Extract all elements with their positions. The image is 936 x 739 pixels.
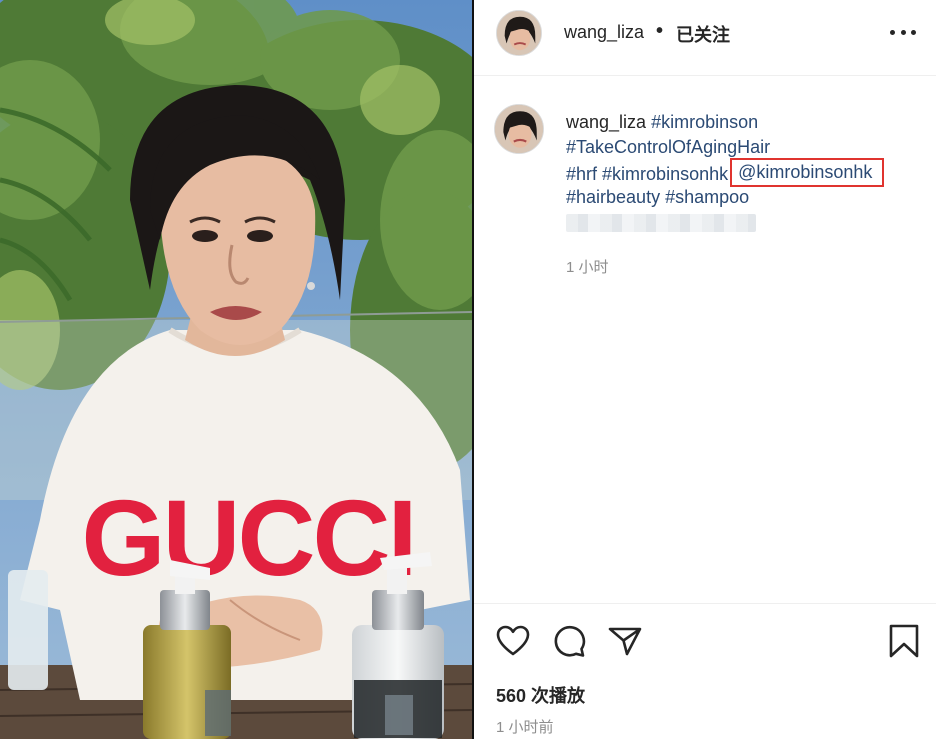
post-caption: wang_liza #kimrobinson #TakeControlOfAgi… <box>566 110 926 232</box>
post-side-panel: wang_liza • 已关注 wang_liza #kimrobinson #… <box>474 0 936 739</box>
caption-line-4: #hairbeauty #shampoo <box>566 185 926 210</box>
hashtag-shampoo[interactable]: #shampoo <box>665 187 749 207</box>
header-avatar[interactable] <box>496 10 542 56</box>
share-icon[interactable] <box>608 625 642 657</box>
shirt-print-text: GUCCI <box>82 477 415 598</box>
hashtag-kimrobinsonhk[interactable]: #kimrobinsonhk <box>602 164 728 184</box>
post-timestamp[interactable]: 1 小时前 <box>496 716 554 737</box>
more-dot <box>911 29 916 35</box>
blurred-caption-text <box>566 214 756 232</box>
caption-line-3: #hrf #kimrobinsonhk @kimrobinsonhk <box>566 158 926 187</box>
hashtag-hairbeauty[interactable]: #hairbeauty <box>566 187 660 207</box>
header-username[interactable]: wang_liza <box>564 22 644 43</box>
caption-line-2: #TakeControlOfAgingHair <box>566 135 926 160</box>
post-actions-section: 560 次播放 1 小时前 <box>474 603 936 739</box>
follow-status-button[interactable]: 已关注 <box>676 21 730 47</box>
post-media-video[interactable]: GUCCI <box>0 0 472 739</box>
more-dot <box>890 29 895 35</box>
video-frame: GUCCI <box>0 0 472 739</box>
more-dot <box>900 29 906 35</box>
view-count[interactable]: 560 次播放 <box>496 682 585 708</box>
caption-username[interactable]: wang_liza <box>566 112 646 132</box>
heart-icon[interactable] <box>496 625 530 657</box>
more-options-icon[interactable] <box>890 22 916 42</box>
bookmark-icon[interactable] <box>888 623 920 659</box>
comment-icon[interactable] <box>552 625 586 657</box>
mention-kimrobinsonhk[interactable]: @kimrobinsonhk <box>730 158 885 187</box>
caption-avatar[interactable] <box>494 104 544 154</box>
caption-timestamp[interactable]: 1 小时 <box>566 256 609 277</box>
hashtag-takecontrolofaginghair[interactable]: #TakeControlOfAgingHair <box>566 137 770 157</box>
post-header: wang_liza • 已关注 <box>474 0 936 76</box>
hashtag-kimrobinson[interactable]: #kimrobinson <box>651 112 758 132</box>
caption-line-1: wang_liza #kimrobinson <box>566 110 926 135</box>
header-separator: • <box>656 20 664 42</box>
hashtag-hrf[interactable]: #hrf <box>566 164 597 184</box>
